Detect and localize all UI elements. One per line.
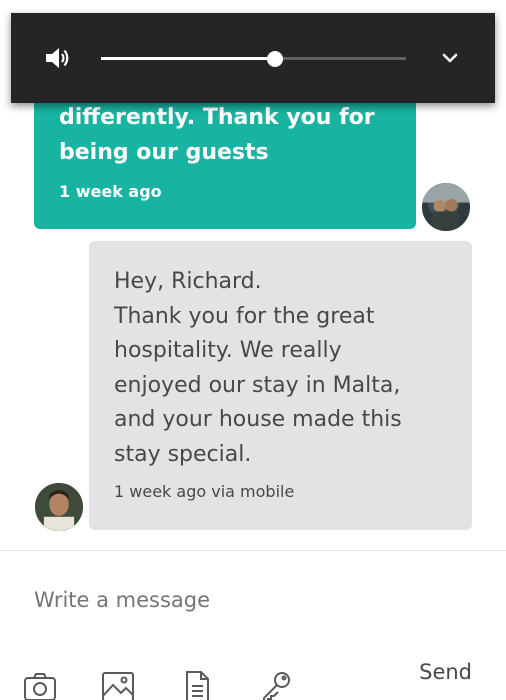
volume-slider-thumb[interactable] bbox=[266, 50, 283, 67]
image-icon[interactable] bbox=[100, 668, 136, 700]
guest-message-text: Hey, Richard. Thank you for the great ho… bbox=[114, 269, 402, 467]
host-message-text: differently. Thank you for being our gue… bbox=[59, 105, 375, 165]
volume-overlay bbox=[11, 13, 495, 103]
document-icon[interactable] bbox=[179, 668, 215, 700]
speaker-icon[interactable] bbox=[43, 44, 71, 72]
volume-slider-fill bbox=[101, 57, 275, 60]
guest-message-timestamp: 1 week ago via mobile bbox=[114, 482, 295, 501]
guest-message-bubble: Hey, Richard. Thank you for the great ho… bbox=[89, 241, 472, 530]
host-message-timestamp: 1 week ago bbox=[59, 182, 162, 201]
message-input[interactable] bbox=[34, 588, 464, 612]
send-button[interactable]: Send bbox=[419, 660, 472, 684]
host-avatar[interactable] bbox=[419, 180, 473, 234]
key-icon[interactable] bbox=[258, 668, 294, 700]
chevron-down-icon[interactable] bbox=[439, 47, 461, 69]
composer-divider bbox=[0, 550, 506, 551]
camera-icon[interactable] bbox=[22, 668, 58, 700]
guest-avatar[interactable] bbox=[32, 480, 86, 534]
volume-slider[interactable] bbox=[101, 50, 406, 67]
